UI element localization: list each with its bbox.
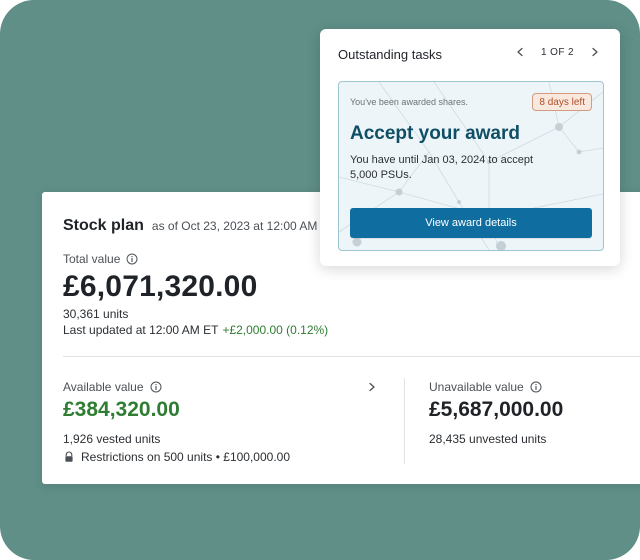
stock-plan-title: Stock plan	[63, 217, 144, 234]
unavailable-value-section: Unavailable value £5,687,000.00 28,435 u…	[429, 380, 629, 470]
outstanding-tasks-title: Outstanding tasks	[338, 47, 443, 62]
total-value-label-row: Total value	[63, 252, 138, 266]
unvested-units: 28,435 unvested units	[429, 432, 547, 446]
award-task-panel: You've been awarded shares. 8 days left …	[338, 81, 604, 251]
chevron-right-icon[interactable]	[588, 45, 602, 59]
info-icon[interactable]	[126, 253, 138, 265]
stock-plan-header: Stock plan as of Oct 23, 2023 at 12:00 A…	[63, 217, 336, 235]
section-divider	[63, 356, 640, 357]
pager-text: 1 OF 2	[541, 46, 574, 58]
last-updated-row: Last updated at 12:00 AM ET +£2,000.00 (…	[63, 323, 328, 337]
available-value-section[interactable]: Available value £384,320.00 1,926 vested…	[63, 380, 383, 470]
outstanding-tasks-card: Outstanding tasks 1 OF 2 You've been awa…	[320, 29, 620, 266]
vested-units: 1,926 vested units	[63, 432, 161, 446]
available-value-amount: £384,320.00	[63, 398, 180, 421]
column-divider	[404, 378, 405, 464]
unavailable-value-label-row: Unavailable value	[429, 380, 542, 394]
chevron-right-icon[interactable]	[365, 380, 379, 394]
tasks-pager: 1 OF 2	[513, 45, 602, 59]
award-kicker: You've been awarded shares.	[350, 97, 468, 107]
total-value-label: Total value	[63, 252, 121, 266]
days-left-badge: 8 days left	[532, 93, 592, 111]
restrictions-row: Restrictions on 500 units • £100,000.00	[63, 450, 290, 464]
award-title: Accept your award	[350, 123, 520, 144]
view-award-details-button[interactable]: View award details	[350, 208, 592, 238]
total-units: 30,361 units	[63, 307, 129, 321]
restrictions-text: Restrictions on 500 units • £100,000.00	[81, 450, 291, 464]
total-change: +£2,000.00 (0.12%)	[222, 323, 329, 337]
stock-plan-as-of: as of Oct 23, 2023 at 12:00 AM ET	[151, 219, 337, 233]
unavailable-value-amount: £5,687,000.00	[429, 398, 564, 421]
info-icon[interactable]	[530, 381, 542, 393]
award-description: You have until Jan 03, 2024 to accept 5,…	[350, 154, 534, 181]
last-updated-text: Last updated at 12:00 AM ET	[63, 323, 219, 337]
lock-icon	[63, 451, 75, 463]
available-value-label-row: Available value	[63, 380, 162, 394]
chevron-left-icon[interactable]	[513, 45, 527, 59]
screen: Stock plan as of Oct 23, 2023 at 12:00 A…	[0, 0, 640, 560]
available-value-label: Available value	[63, 380, 144, 394]
info-icon[interactable]	[150, 381, 162, 393]
total-value-amount: £6,071,320.00	[63, 270, 258, 303]
unavailable-value-label: Unavailable value	[429, 380, 524, 394]
